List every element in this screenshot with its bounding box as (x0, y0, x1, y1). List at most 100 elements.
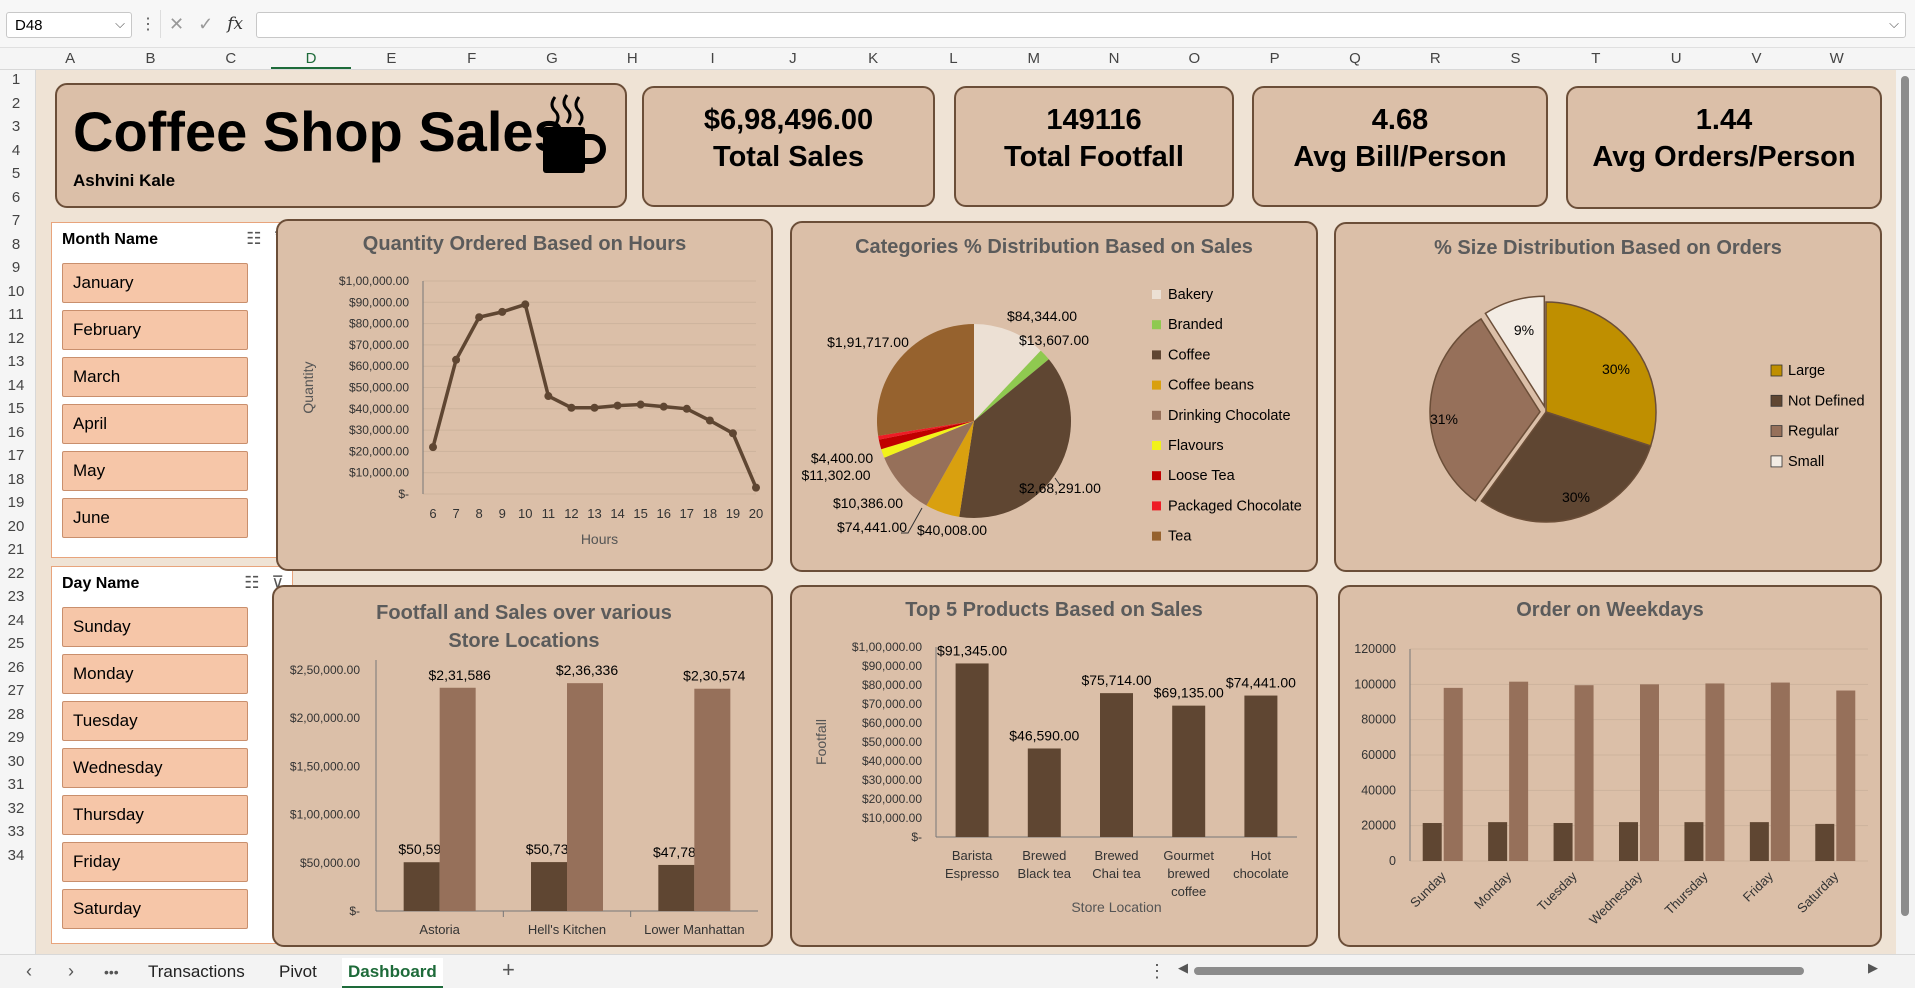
check-icon[interactable]: ✓ (198, 14, 213, 35)
row-header[interactable]: 28 (0, 706, 32, 723)
row-header[interactable]: 5 (0, 165, 32, 182)
scroll-thumb[interactable] (1194, 967, 1804, 975)
formula-input[interactable]: ⌵ (256, 12, 1906, 38)
row-header[interactable]: 22 (0, 565, 32, 582)
tab-options-icon[interactable]: ⋮ (1148, 961, 1166, 982)
row-header[interactable]: 30 (0, 753, 32, 770)
row-header[interactable]: 3 (0, 118, 32, 135)
row-header[interactable]: 8 (0, 236, 32, 253)
slicer-item[interactable]: February (62, 310, 248, 350)
insert-function-icon[interactable]: fx (227, 14, 243, 34)
row-header[interactable]: 16 (0, 424, 32, 441)
row-header[interactable]: 20 (0, 518, 32, 535)
y-tick-label: $80,000.00 (349, 317, 409, 331)
column-header[interactable]: V (1716, 50, 1796, 67)
tab-pivot[interactable]: Pivot (279, 962, 317, 982)
next-sheet-icon[interactable]: › (68, 961, 74, 982)
scroll-right-icon[interactable]: ▶ (1868, 960, 1878, 976)
row-header[interactable]: 12 (0, 330, 32, 347)
x-tick-label: Espresso (945, 866, 999, 881)
column-header[interactable]: E (351, 50, 431, 67)
legend-label: Drinking Chocolate (1168, 408, 1291, 424)
bar (1422, 823, 1442, 861)
row-header[interactable]: 23 (0, 588, 32, 605)
row-header[interactable]: 19 (0, 494, 32, 511)
tab-transactions[interactable]: Transactions (148, 962, 245, 982)
y-tick-label: $2,00,000.00 (290, 711, 360, 725)
slicer-item[interactable]: April (62, 404, 248, 444)
row-header[interactable]: 18 (0, 471, 32, 488)
slicer-item[interactable]: May (62, 451, 248, 491)
chevron-down-icon[interactable]: ⌵ (115, 16, 125, 32)
column-header[interactable]: U (1636, 50, 1716, 67)
slicer-item[interactable]: January (62, 263, 248, 303)
row-header[interactable]: 7 (0, 212, 32, 229)
slicer-item[interactable]: March (62, 357, 248, 397)
column-header[interactable]: T (1556, 50, 1636, 67)
column-header[interactable]: I (672, 50, 752, 67)
horizontal-scrollbar[interactable]: ◀ ▶ (1178, 960, 1878, 978)
cancel-icon[interactable]: ✕ (169, 14, 184, 35)
column-header[interactable]: O (1154, 50, 1234, 67)
name-box[interactable]: D48 ⌵ (6, 12, 132, 38)
more-options-icon[interactable]: ⋮ (140, 14, 156, 34)
vertical-scrollbar[interactable] (1896, 70, 1915, 954)
tab-dashboard[interactable]: Dashboard (342, 958, 443, 988)
slicer-item[interactable]: Friday (62, 842, 248, 882)
slicer-item[interactable]: Wednesday (62, 748, 248, 788)
multi-select-icon[interactable]: ☷ (244, 573, 259, 593)
multi-select-icon[interactable]: ☷ (246, 229, 261, 249)
row-header[interactable]: 25 (0, 635, 32, 652)
column-header[interactable]: D (270, 50, 352, 69)
column-header[interactable]: K (833, 50, 913, 67)
more-sheets-icon[interactable]: ••• (104, 964, 119, 980)
row-header[interactable]: 15 (0, 400, 32, 417)
row-header[interactable]: 10 (0, 283, 32, 300)
row-header[interactable]: 13 (0, 353, 32, 370)
column-header[interactable]: M (994, 50, 1074, 67)
row-header[interactable]: 9 (0, 259, 32, 276)
row-header[interactable]: 24 (0, 612, 32, 629)
row-header[interactable]: 26 (0, 659, 32, 676)
slicer-item[interactable]: Monday (62, 654, 248, 694)
prev-sheet-icon[interactable]: ‹ (26, 961, 32, 982)
expand-formula-icon[interactable]: ⌵ (1889, 16, 1899, 32)
column-header[interactable]: A (30, 50, 110, 67)
row-header[interactable]: 6 (0, 189, 32, 206)
column-header[interactable]: Q (1315, 50, 1395, 67)
column-header[interactable]: W (1797, 50, 1877, 67)
row-header[interactable]: 33 (0, 823, 32, 840)
row-header[interactable]: 34 (0, 847, 32, 864)
row-header[interactable]: 17 (0, 447, 32, 464)
row-header[interactable]: 31 (0, 776, 32, 793)
row-header[interactable]: 29 (0, 729, 32, 746)
row-header[interactable]: 2 (0, 95, 32, 112)
slicer-item[interactable]: Sunday (62, 607, 248, 647)
row-header[interactable]: 32 (0, 800, 32, 817)
row-header[interactable]: 27 (0, 682, 32, 699)
column-header[interactable]: F (432, 50, 512, 67)
column-header[interactable]: S (1475, 50, 1555, 67)
column-header[interactable]: C (191, 50, 271, 67)
row-header[interactable]: 21 (0, 541, 32, 558)
footfall-bar-chart: $- $50,000.00 $1,00,000.00 $1,50,000.00 $2,0… (290, 660, 758, 937)
column-header[interactable]: N (1074, 50, 1154, 67)
column-header[interactable]: B (110, 50, 190, 67)
column-header[interactable]: P (1235, 50, 1315, 67)
column-header[interactable]: J (753, 50, 833, 67)
row-header[interactable]: 4 (0, 142, 32, 159)
slicer-item[interactable]: Thursday (62, 795, 248, 835)
add-sheet-button[interactable]: + (502, 957, 515, 983)
slicer-item[interactable]: Saturday (62, 889, 248, 929)
scroll-left-icon[interactable]: ◀ (1178, 960, 1188, 976)
column-header[interactable]: L (913, 50, 993, 67)
column-header[interactable]: R (1395, 50, 1475, 67)
scroll-thumb[interactable] (1901, 76, 1909, 916)
slicer-item[interactable]: June (62, 498, 248, 538)
column-header[interactable]: H (592, 50, 672, 67)
slicer-item[interactable]: Tuesday (62, 701, 248, 741)
row-header[interactable]: 11 (0, 306, 32, 323)
column-header[interactable]: G (512, 50, 592, 67)
row-header[interactable]: 1 (0, 71, 32, 88)
row-header[interactable]: 14 (0, 377, 32, 394)
